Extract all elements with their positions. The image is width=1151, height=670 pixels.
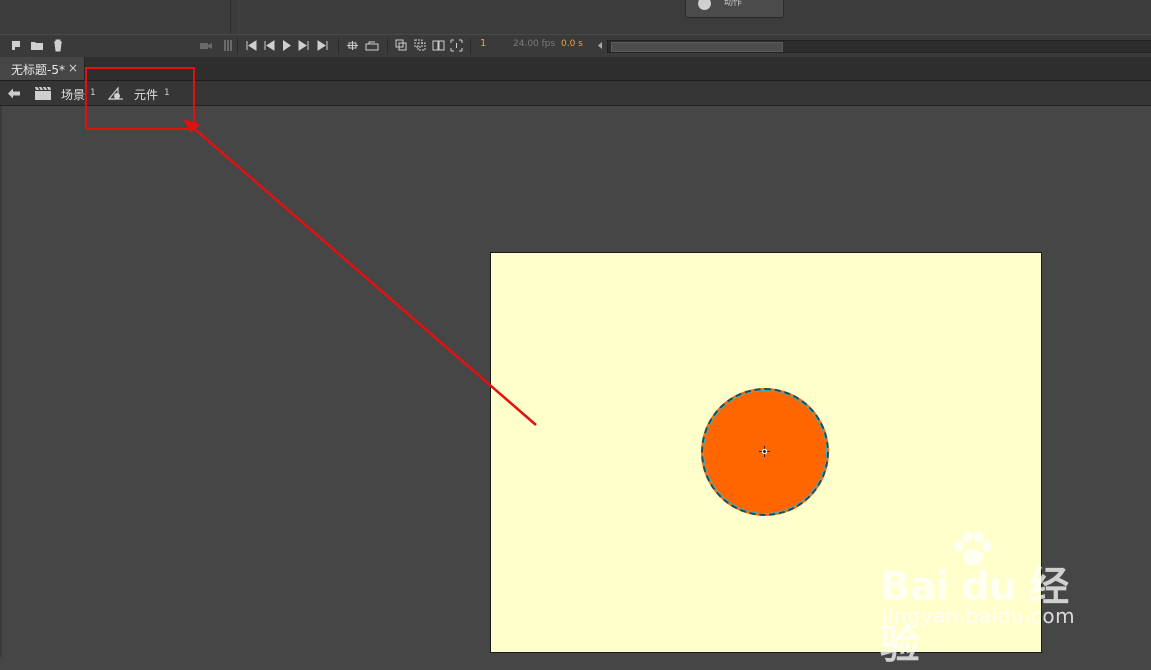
center-frame-icon[interactable]	[346, 39, 359, 52]
timeline-control-bar: 1 24.00 fps 0.0 s	[0, 34, 1151, 58]
delete-layer-icon[interactable]	[52, 39, 64, 52]
loop-icon[interactable]	[365, 39, 379, 52]
modify-markers-icon[interactable]	[450, 39, 463, 52]
document-tab[interactable]: 无标题-5* ×	[0, 57, 85, 80]
close-icon[interactable]: ×	[68, 61, 78, 75]
divider	[237, 38, 238, 54]
clapperboard-icon	[35, 86, 51, 100]
document-tab-title[interactable]: 无标题-5*	[11, 61, 65, 78]
motion-button-label: 动作	[724, 0, 743, 8]
motion-icon	[698, 0, 711, 10]
play-icon[interactable]	[282, 39, 292, 52]
playhead[interactable]	[239, 0, 240, 34]
first-frame-icon[interactable]	[245, 39, 257, 52]
annotation-highlight-box	[85, 67, 195, 130]
edit-multiple-frames-icon[interactable]	[432, 39, 445, 52]
layer-depth-icon[interactable]	[224, 39, 232, 52]
watermark-url: jingyan.baidu.com	[882, 604, 1076, 628]
onion-skin-outlines-icon[interactable]	[414, 39, 427, 52]
camera-icon[interactable]	[199, 39, 213, 52]
frame-rate[interactable]: 24.00 fps	[513, 39, 555, 49]
scroll-left-icon[interactable]	[596, 39, 604, 52]
registration-point-icon	[759, 446, 770, 457]
motion-button[interactable]: 动作	[685, 0, 784, 18]
last-frame-icon[interactable]	[317, 39, 329, 52]
elapsed-time[interactable]: 0.0 s	[561, 39, 583, 49]
divider	[338, 38, 339, 54]
timeline-scrollbar-track[interactable]	[607, 40, 1151, 53]
back-arrow-icon[interactable]	[7, 87, 21, 100]
baidu-jingyan-watermark: Bai du 经验 jingyan.baidu.com	[880, 530, 1100, 668]
divider	[470, 38, 471, 54]
pasteboard-edge	[0, 106, 2, 657]
divider	[387, 38, 388, 54]
timeline-scrollbar-thumb[interactable]	[611, 42, 783, 52]
new-layer-icon[interactable]	[11, 39, 23, 52]
step-forward-icon[interactable]	[298, 39, 310, 52]
new-folder-icon[interactable]	[30, 39, 44, 52]
timeline-strip[interactable]: 动作	[0, 0, 1151, 35]
current-frame[interactable]: 1	[480, 38, 486, 49]
onion-skin-icon[interactable]	[395, 39, 408, 52]
layer-column-divider	[230, 0, 231, 34]
step-back-icon[interactable]	[263, 39, 275, 52]
breadcrumb-scene[interactable]: 场景	[61, 86, 85, 103]
